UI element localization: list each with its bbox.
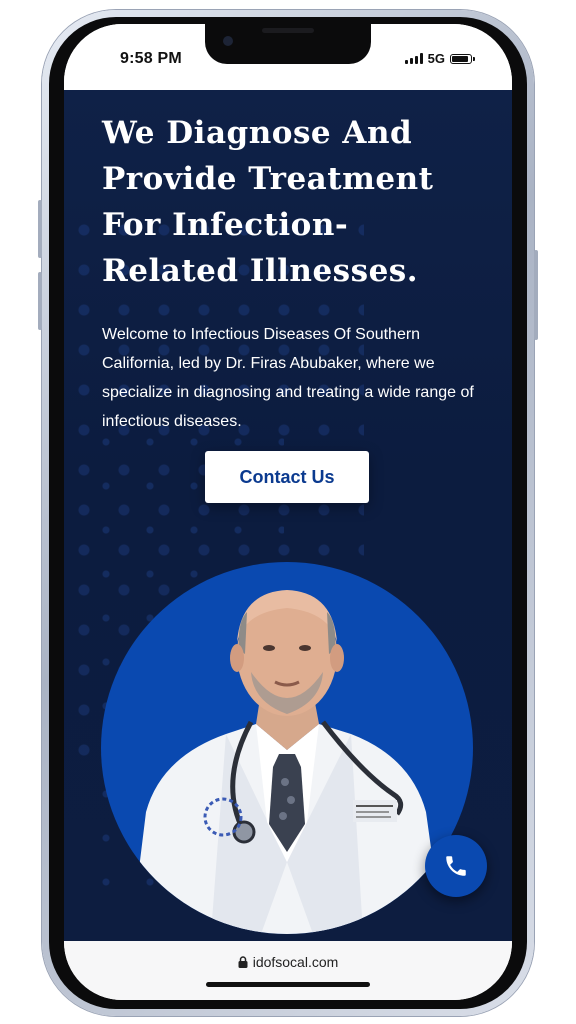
browser-url-bar[interactable]: idofsocal.com xyxy=(64,941,512,1000)
lock-icon xyxy=(238,956,248,968)
contact-us-button[interactable]: Contact Us xyxy=(205,451,369,503)
volume-button xyxy=(38,200,42,258)
notch xyxy=(205,24,371,64)
url-display[interactable]: idofsocal.com xyxy=(64,954,512,970)
status-time: 9:58 PM xyxy=(120,50,182,67)
hero-title: We Diagnose And Provide Treatment For In… xyxy=(102,115,434,289)
network-label: 5G xyxy=(427,51,445,66)
hero-description: Welcome to Infectious Diseases Of Southe… xyxy=(102,326,474,430)
battery-icon xyxy=(450,53,475,64)
phone-screen: 9:58 PM 5G We Diagnose And Provide Treat… xyxy=(64,24,512,1000)
speaker xyxy=(262,28,314,33)
doctor-photo xyxy=(101,562,473,934)
camera-icon xyxy=(223,36,233,46)
status-bar: 9:58 PM 5G xyxy=(64,24,512,90)
url-text: idofsocal.com xyxy=(252,954,339,970)
phone-icon xyxy=(446,856,466,876)
hero-section: We Diagnose And Provide Treatment For In… xyxy=(64,90,512,941)
power-button xyxy=(534,250,538,340)
status-indicators: 5G xyxy=(404,51,475,66)
doctor-illustration xyxy=(131,590,443,934)
volume-button xyxy=(38,272,42,330)
signal-icon xyxy=(404,53,423,64)
home-indicator[interactable] xyxy=(206,982,370,987)
call-button[interactable] xyxy=(425,835,487,897)
